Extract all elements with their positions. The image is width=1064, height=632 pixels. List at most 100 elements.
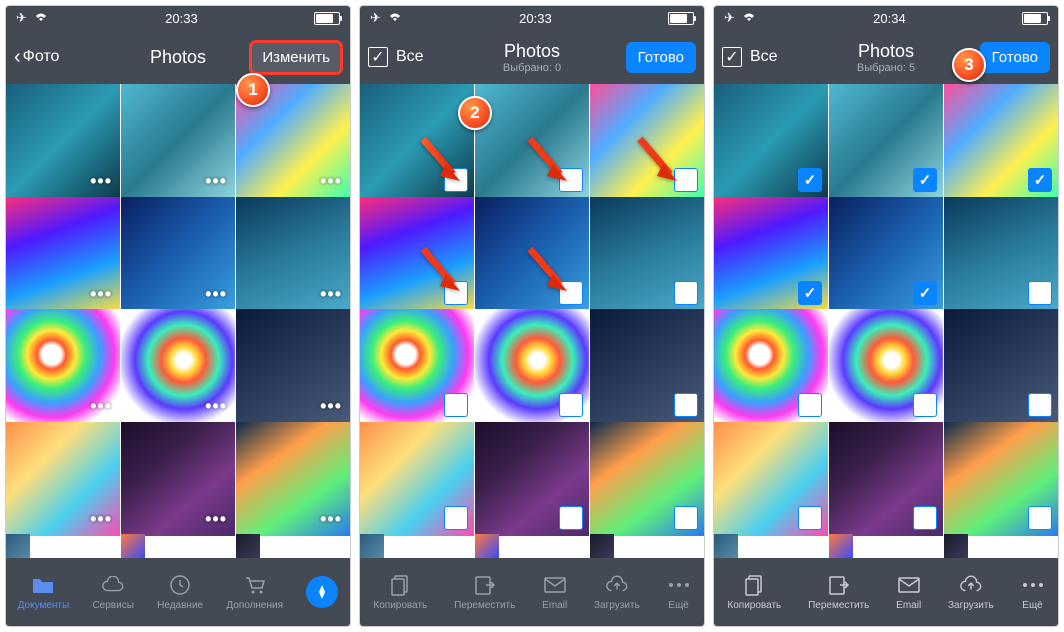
more-icon[interactable]: ••• [90, 509, 112, 530]
more-icon[interactable]: ••• [90, 284, 112, 305]
photo-cell[interactable] [944, 309, 1058, 423]
more-icon[interactable]: ••• [205, 171, 227, 192]
action-move[interactable]: Переместить [454, 573, 515, 611]
checkbox[interactable] [1028, 393, 1052, 417]
checkbox[interactable] [913, 506, 937, 530]
photo-cell[interactable] [714, 422, 828, 536]
photo-cell[interactable]: ••• [121, 84, 235, 198]
action-copy[interactable]: Копировать [373, 573, 427, 611]
status-bar: ✈ 20:33 [360, 6, 704, 30]
more-icon[interactable]: ••• [320, 171, 342, 192]
edit-button[interactable]: Изменить [250, 41, 342, 74]
photo-cell[interactable] [944, 534, 968, 558]
photo-cell[interactable] [944, 84, 1058, 198]
action-move[interactable]: Переместить [808, 573, 869, 611]
photo-cell[interactable] [360, 309, 474, 423]
checkbox-selected[interactable] [1028, 168, 1052, 192]
action-more[interactable]: Ещё [1021, 573, 1045, 611]
more-icon[interactable]: ••• [320, 284, 342, 305]
checkbox-selected[interactable] [913, 168, 937, 192]
photo-cell[interactable] [475, 309, 589, 423]
done-button[interactable]: Готово [980, 42, 1050, 73]
photo-cell[interactable]: ••• [236, 197, 350, 311]
checkbox[interactable] [559, 506, 583, 530]
checkbox[interactable] [1028, 506, 1052, 530]
action-more[interactable]: Ещё [667, 573, 691, 611]
checkbox[interactable] [798, 506, 822, 530]
photo-cell[interactable] [714, 197, 828, 311]
photo-cell[interactable] [236, 534, 260, 558]
status-bar: ✈ 20:33 [6, 6, 350, 30]
photo-cell[interactable] [6, 534, 30, 558]
photo-cell[interactable] [360, 534, 384, 558]
phone-panel-3: ✈ 20:34 ✓ Все Photos Выбрано: 5 Готово 3 [713, 5, 1059, 627]
action-email[interactable]: Email [896, 573, 921, 611]
more-icon[interactable]: ••• [205, 509, 227, 530]
select-all-button[interactable]: ✓ Все [368, 47, 458, 67]
checkbox-selected[interactable] [913, 281, 937, 305]
photo-cell[interactable] [714, 309, 828, 423]
back-button[interactable]: ‹ Фото [14, 46, 104, 69]
photo-cell[interactable]: ••• [121, 309, 235, 423]
photo-cell[interactable] [829, 197, 943, 311]
tab-addons[interactable]: Дополнения [226, 573, 283, 611]
photo-cell[interactable]: ••• [6, 197, 120, 311]
photo-cell[interactable] [590, 309, 704, 423]
tab-services[interactable]: Сервисы [92, 573, 133, 611]
checkbox[interactable] [913, 393, 937, 417]
checkbox[interactable] [1028, 281, 1052, 305]
more-icon[interactable]: ••• [205, 396, 227, 417]
photo-cell[interactable] [829, 309, 943, 423]
arrow-indicator [418, 134, 468, 194]
more-icon[interactable]: ••• [205, 284, 227, 305]
more-icon[interactable]: ••• [320, 396, 342, 417]
select-all-button[interactable]: ✓ Все [722, 47, 812, 67]
photo-cell[interactable] [944, 197, 1058, 311]
action-upload[interactable]: Загрузить [594, 573, 640, 611]
tab-browse[interactable] [306, 576, 338, 608]
cloud-icon [101, 573, 125, 597]
tab-documents[interactable]: Документы [18, 573, 70, 611]
more-icon[interactable]: ••• [90, 396, 112, 417]
photo-cell[interactable] [590, 422, 704, 536]
photo-cell[interactable] [714, 534, 738, 558]
more-icon[interactable]: ••• [320, 509, 342, 530]
photo-cell[interactable]: ••• [121, 197, 235, 311]
photo-cell[interactable] [475, 422, 589, 536]
action-copy[interactable]: Копировать [727, 573, 781, 611]
photo-cell[interactable]: ••• [6, 84, 120, 198]
photo-cell[interactable] [829, 84, 943, 198]
more-icon[interactable]: ••• [90, 171, 112, 192]
step-badge-3: 3 [952, 48, 986, 82]
checkbox[interactable] [798, 393, 822, 417]
checkbox[interactable] [674, 506, 698, 530]
done-button[interactable]: Готово [626, 42, 696, 73]
compass-icon [306, 576, 338, 608]
checkbox[interactable] [674, 281, 698, 305]
checkbox-selected[interactable] [798, 168, 822, 192]
photo-cell[interactable] [829, 534, 853, 558]
photo-cell[interactable] [714, 84, 828, 198]
photo-cell[interactable]: ••• [121, 422, 235, 536]
photo-cell[interactable] [829, 422, 943, 536]
photo-cell[interactable] [475, 534, 499, 558]
checkbox-selected[interactable] [798, 281, 822, 305]
photo-cell[interactable] [360, 422, 474, 536]
photo-cell[interactable]: ••• [236, 422, 350, 536]
photo-cell[interactable] [944, 422, 1058, 536]
checkbox[interactable] [444, 393, 468, 417]
checkbox[interactable] [674, 393, 698, 417]
action-email[interactable]: Email [542, 573, 567, 611]
photo-cell[interactable]: ••• [236, 309, 350, 423]
mail-icon [543, 573, 567, 597]
photo-cell[interactable]: ••• [6, 309, 120, 423]
tab-recent[interactable]: Недавние [157, 573, 203, 611]
photo-cell[interactable] [590, 197, 704, 311]
photo-cell[interactable]: ••• [6, 422, 120, 536]
checkbox[interactable] [559, 393, 583, 417]
action-upload[interactable]: Загрузить [948, 573, 994, 611]
photo-cell[interactable] [590, 534, 614, 558]
photo-cell[interactable] [121, 534, 145, 558]
phone-panel-1: ✈ 20:33 ‹ Фото Photos Изменить 1 ••• •••… [5, 5, 351, 627]
checkbox[interactable] [444, 506, 468, 530]
